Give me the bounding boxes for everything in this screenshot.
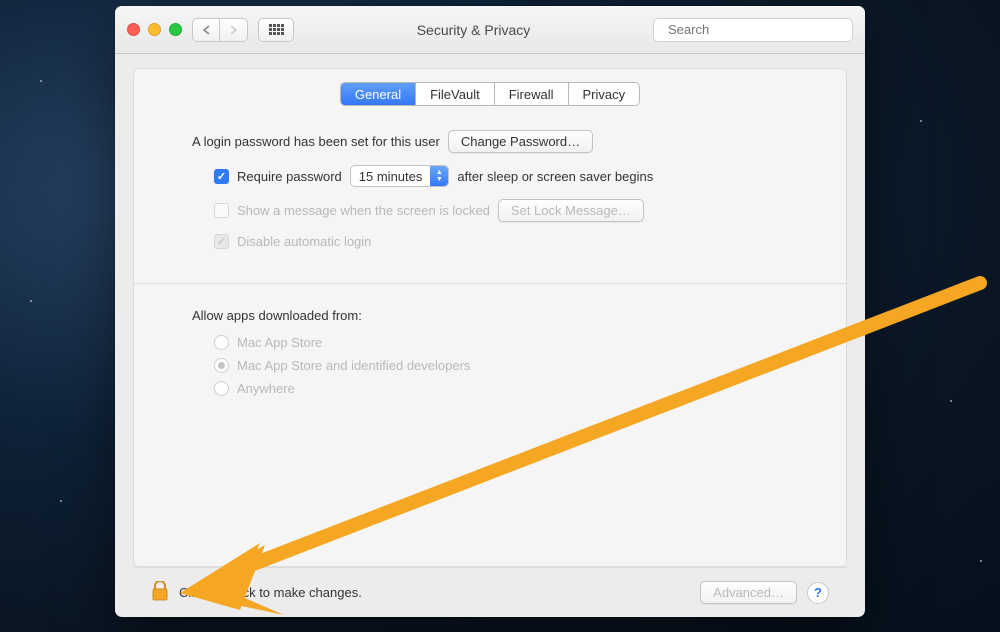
window-title: Security & Privacy	[304, 22, 643, 38]
require-password-checkbox[interactable]	[214, 169, 229, 184]
radio-label-identified-developers: Mac App Store and identified developers	[237, 358, 470, 373]
lock-icon[interactable]	[151, 581, 169, 604]
minimize-window-button[interactable]	[148, 23, 161, 36]
radio-label-anywhere: Anywhere	[237, 381, 295, 396]
lock-hint-text: Click the lock to make changes.	[179, 585, 690, 600]
advanced-button: Advanced…	[700, 581, 797, 604]
zoom-window-button[interactable]	[169, 23, 182, 36]
search-field[interactable]	[653, 18, 853, 42]
close-window-button[interactable]	[127, 23, 140, 36]
tab-firewall[interactable]: Firewall	[495, 83, 569, 105]
radio-anywhere	[214, 381, 229, 396]
tab-privacy[interactable]: Privacy	[569, 83, 640, 105]
titlebar: Security & Privacy	[115, 6, 865, 54]
tab-general[interactable]: General	[341, 83, 416, 105]
show-all-button[interactable]	[258, 18, 294, 42]
require-password-label-post: after sleep or screen saver begins	[457, 169, 653, 184]
tab-filevault[interactable]: FileVault	[416, 83, 495, 105]
search-icon	[662, 24, 663, 36]
disable-auto-login-checkbox	[214, 234, 229, 249]
disable-auto-login-label: Disable automatic login	[237, 234, 371, 249]
footer: Click the lock to make changes. Advanced…	[133, 567, 847, 617]
radio-label-mac-app-store: Mac App Store	[237, 335, 322, 350]
show-message-label: Show a message when the screen is locked	[237, 203, 490, 218]
require-password-label-pre: Require password	[237, 169, 342, 184]
nav-buttons	[192, 18, 248, 42]
select-stepper-icon: ▲▼	[430, 166, 448, 186]
set-lock-message-button: Set Lock Message…	[498, 199, 644, 222]
allow-apps-heading: Allow apps downloaded from:	[192, 308, 362, 323]
search-input[interactable]	[668, 22, 844, 37]
forward-button[interactable]	[220, 18, 248, 42]
tab-strip: General FileVault Firewall Privacy	[340, 82, 640, 106]
change-password-button[interactable]: Change Password…	[448, 130, 593, 153]
require-password-delay-value: 15 minutes	[351, 169, 431, 184]
require-password-delay-select[interactable]: 15 minutes ▲▼	[350, 165, 450, 187]
grid-icon	[269, 24, 284, 35]
show-message-checkbox	[214, 203, 229, 218]
preferences-window: Security & Privacy General FileVault Fir…	[115, 6, 865, 617]
back-button[interactable]	[192, 18, 220, 42]
radio-mac-app-store	[214, 335, 229, 350]
window-controls	[127, 23, 182, 36]
help-button[interactable]: ?	[807, 582, 829, 604]
radio-identified-developers	[214, 358, 229, 373]
password-set-label: A login password has been set for this u…	[192, 134, 440, 149]
